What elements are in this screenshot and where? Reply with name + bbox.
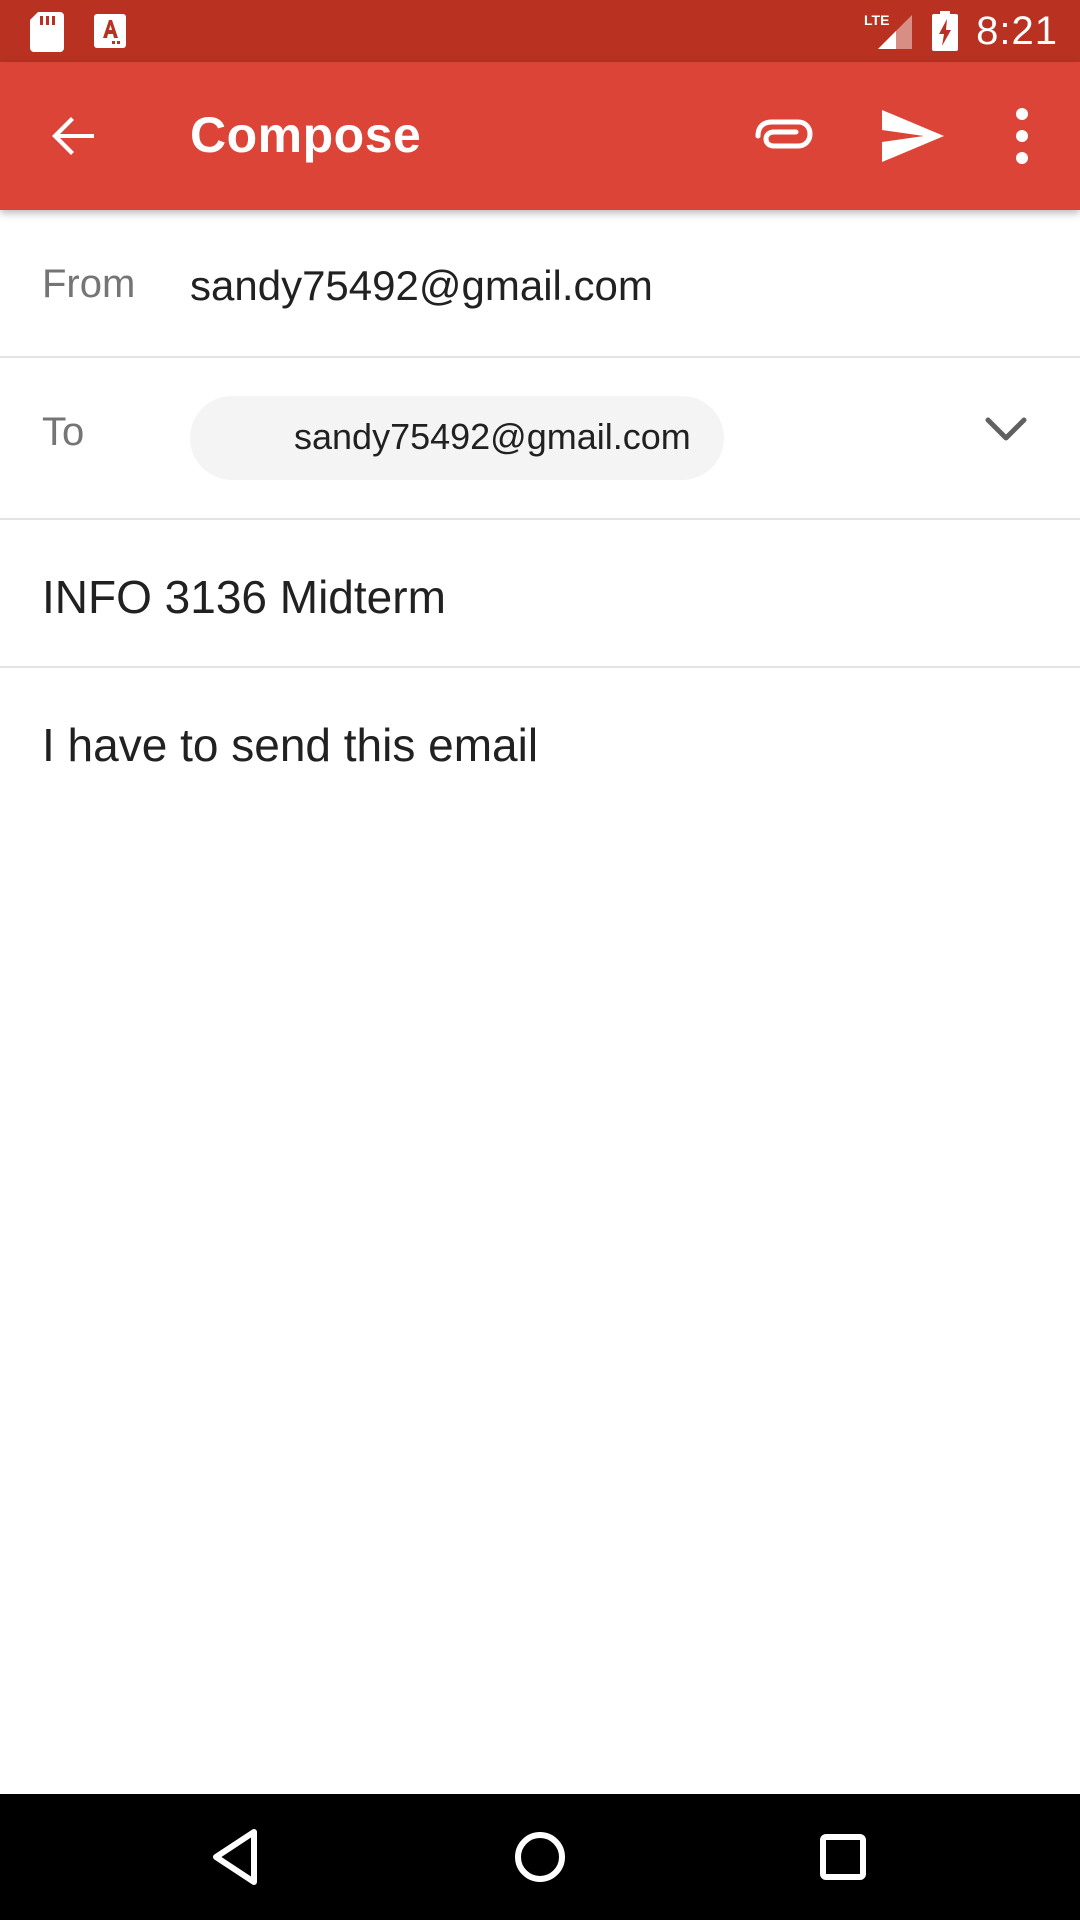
back-arrow-icon[interactable] [42, 104, 106, 168]
subject-field[interactable]: INFO 3136 Midterm [42, 570, 446, 624]
font-app-icon [94, 14, 126, 48]
from-row[interactable]: From sandy75492@gmail.com [0, 210, 1080, 358]
lte-label: LTE [864, 12, 889, 28]
more-vert-icon[interactable] [1004, 104, 1040, 168]
recipient-chip[interactable]: sandy75492@gmail.com [190, 396, 724, 480]
nav-home-icon[interactable] [505, 1822, 575, 1892]
paperclip-icon[interactable] [752, 108, 816, 164]
sd-card-icon [30, 12, 64, 52]
nav-recents-icon[interactable] [808, 1822, 878, 1892]
compose-body[interactable]: I have to send this email [0, 668, 1080, 1794]
from-account[interactable]: sandy75492@gmail.com [190, 262, 653, 310]
nav-back-icon[interactable] [202, 1822, 272, 1892]
battery-charging-icon [932, 11, 959, 51]
app-bar: Compose [0, 62, 1080, 210]
page-title: Compose [190, 107, 422, 163]
status-notifications [30, 12, 128, 52]
recipient-chip-label: sandy75492@gmail.com [294, 416, 691, 457]
to-row[interactable]: To sandy75492@gmail.com [0, 358, 1080, 520]
subject-row[interactable]: INFO 3136 Midterm [0, 520, 1080, 668]
navigation-bar [0, 1794, 1080, 1920]
status-time: 8:21 [976, 8, 1058, 53]
body-text[interactable]: I have to send this email [42, 718, 538, 772]
to-label: To [42, 410, 85, 454]
status-bar: LTE 8:21 [0, 0, 1080, 62]
status-system-icons: LTE 8:21 [864, 6, 1058, 56]
from-label: From [42, 262, 136, 306]
send-icon[interactable] [878, 106, 948, 166]
lte-signal-icon: LTE [864, 12, 913, 49]
chevron-down-icon[interactable] [982, 410, 1030, 450]
